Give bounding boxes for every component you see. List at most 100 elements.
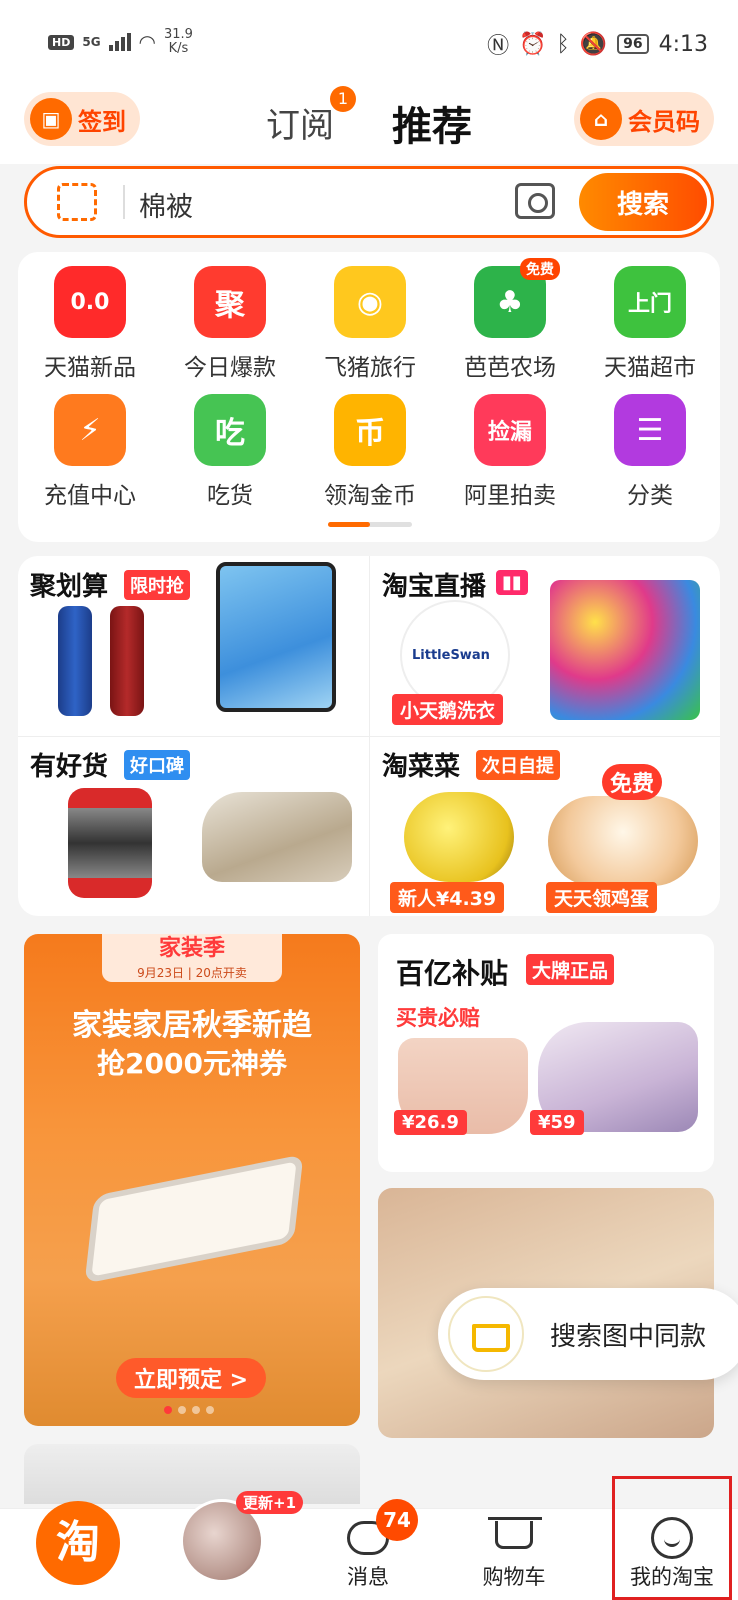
free-badge: 免费 <box>602 764 663 800</box>
grid-item-label: 分类 <box>627 483 673 509</box>
status-bar: HD 5G ◠ 31.9 K/s Ⓝ ⏰ ᛒ 🔕 96 4:13 <box>0 0 738 80</box>
top-header: ▣ 签到 订阅 1 推荐 ⌂ 会员码 <box>0 80 738 164</box>
status-right: Ⓝ ⏰ ᛒ 🔕 96 4:13 <box>487 28 708 60</box>
banner-tag: 家装季 9月23日 | 20点开卖 <box>102 934 282 982</box>
member-label: 会员码 <box>628 107 700 136</box>
grid-page-indicator <box>328 522 412 527</box>
search-bar: 棉被 搜索 <box>24 166 714 238</box>
banner-headline: 家装家居秋季新趋 <box>72 1008 312 1043</box>
banner-subline: 抢2000元神券 <box>97 1047 287 1080</box>
subscribe-badge: 1 <box>330 86 356 112</box>
taocaicai-label-left: 新人¥4.39 <box>390 882 505 913</box>
eggs-image <box>548 796 698 886</box>
hd-indicator: HD <box>48 34 75 50</box>
checkin-label: 签到 <box>78 107 126 136</box>
juhuasuan-title: 聚划算 <box>30 572 109 602</box>
messages-badge: 74 <box>376 1499 418 1541</box>
grid-item[interactable]: 聚今日爆款 <box>160 266 300 382</box>
grid-item[interactable]: 吃吃货 <box>160 394 300 510</box>
subsidy-slogan: 买贵必赔 <box>396 1006 480 1030</box>
littleswan-brand: LittleSwan <box>412 648 490 663</box>
taocaicai-tag: 次日自提 <box>476 750 560 780</box>
subsidy-card[interactable]: 百亿补贴 大牌正品 买贵必赔 ¥26.9 ¥59 <box>378 934 714 1172</box>
grid-item[interactable]: ♣ 免费 芭芭农场 <box>440 258 580 382</box>
haohuo-card[interactable]: 有好货 好口碑 <box>18 736 368 916</box>
network-type: 5G <box>82 35 101 49</box>
cart-icon <box>448 1296 524 1372</box>
tab-recommend[interactable]: 推荐 <box>392 94 472 152</box>
member-icon: ⌂ <box>580 98 622 140</box>
price-right: ¥59 <box>530 1110 584 1135</box>
grid-item-label: 充值中心 <box>44 483 136 509</box>
status-left: HD 5G ◠ 31.9 K/s <box>48 28 193 56</box>
tmall-new-icon: 0.0 <box>54 266 126 338</box>
taocaicai-title: 淘菜菜 <box>382 752 461 782</box>
ceiling-lamp-image <box>84 1154 304 1284</box>
search-input[interactable]: 棉被 <box>139 185 193 224</box>
mute-icon: 🔕 <box>579 31 608 57</box>
search-button[interactable]: 搜索 <box>579 173 707 231</box>
juhuasuan-card[interactable]: 聚划算 限时抢 <box>18 556 368 736</box>
tab-subscribe[interactable]: 订阅 <box>266 98 334 147</box>
thermos-red-image <box>110 606 144 716</box>
haohuo-title: 有好货 <box>30 752 109 782</box>
haohuo-tag: 好口碑 <box>124 750 190 780</box>
scan-icon[interactable] <box>57 183 97 221</box>
avatar-badge: 更新+1 <box>236 1491 304 1514</box>
grid-item-label: 今日爆款 <box>184 355 276 381</box>
price-left: ¥26.9 <box>394 1110 467 1135</box>
live-label: 小天鹅洗衣 <box>392 694 504 725</box>
fliggy-icon: ◉ <box>334 266 406 338</box>
recharge-icon: ⚡ <box>54 394 126 466</box>
shopping-cart-icon <box>488 1517 542 1549</box>
search-divider <box>123 185 125 219</box>
banner-tag-sub: 9月23日 | 20点开卖 <box>137 966 247 980</box>
grid-item[interactable]: 币领淘金币 <box>300 394 440 510</box>
home-tab[interactable]: 淘 <box>36 1501 120 1585</box>
subsidy-title: 百亿补贴 <box>396 957 509 990</box>
grid-item-label: 天猫超市 <box>604 355 696 381</box>
preorder-button[interactable]: 立即预定 > <box>116 1358 266 1398</box>
grid-item[interactable]: 捡漏 阿里拍卖 <box>440 394 580 510</box>
signal-icon <box>108 33 131 51</box>
popup-text: 搜索图中同款 <box>550 1322 707 1352</box>
bluetooth-icon: ᛒ <box>556 31 570 57</box>
grid-item[interactable]: 0.0 天猫新品 <box>20 266 160 382</box>
checkin-button[interactable]: ▣ 签到 <box>24 92 140 146</box>
juhuasuan-tag: 限时抢 <box>124 570 190 600</box>
home-decor-banner[interactable]: 家装季 9月23日 | 20点开卖 家装家居秋季新趋 抢2000元神券 立即预定… <box>24 934 360 1426</box>
taocaicai-card[interactable]: 淘菜菜 次日自提 新人¥4.39 免费 天天领鸡蛋 <box>370 736 720 916</box>
live-icon: ▮▮ <box>496 570 528 595</box>
taobao-coin-icon: 币 <box>334 394 406 466</box>
product-photo-card-2[interactable] <box>24 1444 360 1504</box>
battery-icon: 96 <box>617 34 649 54</box>
magnetic-balls-image <box>550 580 700 720</box>
search-same-popup[interactable]: 搜索图中同款 <box>438 1288 738 1380</box>
grid-item[interactable]: 上门 天猫超市 <box>580 266 720 382</box>
taocaicai-label-right: 天天领鸡蛋 <box>546 882 658 913</box>
live-card[interactable]: 淘宝直播 ▮▮ LittleSwan 小天鹅洗衣 <box>370 556 720 736</box>
network-speed: 31.9 K/s <box>164 27 193 56</box>
member-code-button[interactable]: ⌂ 会员码 <box>574 92 714 146</box>
phone-image <box>216 562 336 712</box>
grid-item[interactable]: ☰ 分类 <box>580 394 720 510</box>
alarm-icon: ⏰ <box>519 31 547 57</box>
grid-item-label: 芭芭农场 <box>464 355 556 381</box>
watch-image <box>68 788 152 898</box>
checkin-icon: ▣ <box>30 98 72 140</box>
grid-item[interactable]: ◉ 飞猪旅行 <box>300 266 440 382</box>
category-icon: ☰ <box>614 394 686 466</box>
cart-tab[interactable]: 购物车 <box>454 1517 574 1591</box>
clock: 4:13 <box>658 31 708 57</box>
tmall-supermarket-icon: 上门 <box>614 266 686 338</box>
grid-item-badge: 免费 <box>520 258 560 280</box>
messages-label: 消息 <box>347 1565 389 1589</box>
wifi-icon: ◠ <box>138 30 156 54</box>
juhuasuan-icon: 聚 <box>194 266 266 338</box>
subsidy-tag: 大牌正品 <box>526 954 615 985</box>
banner-dots <box>164 1406 214 1414</box>
grid-item[interactable]: ⚡ 充值中心 <box>20 394 160 510</box>
grid-item-label: 领淘金币 <box>324 483 416 509</box>
foodie-icon: 吃 <box>194 394 266 466</box>
camera-icon[interactable] <box>515 183 555 219</box>
